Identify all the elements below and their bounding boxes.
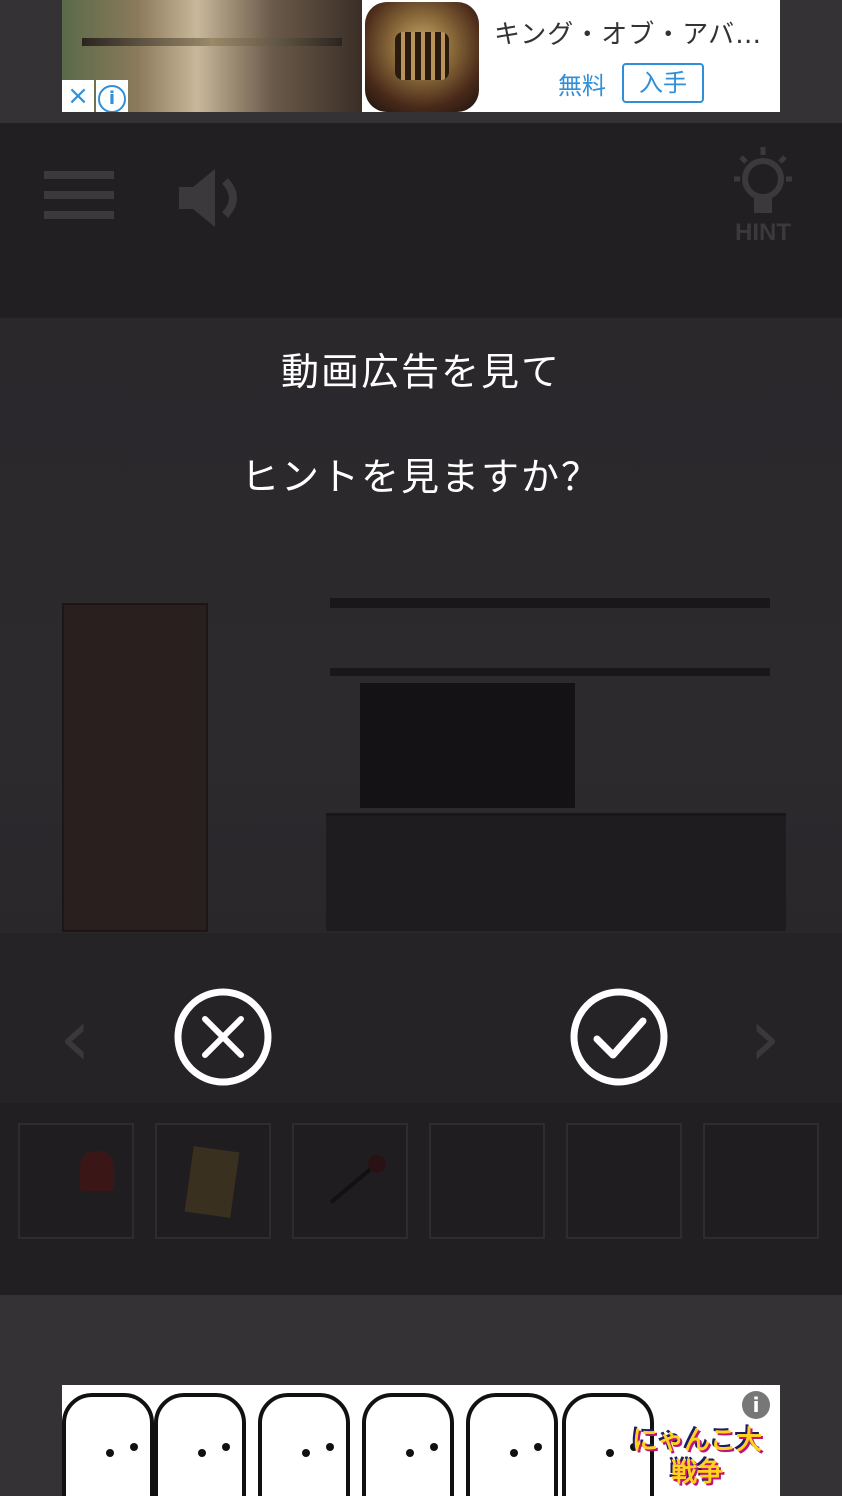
ad-cat-illustration bbox=[154, 1393, 246, 1496]
ad-game-logo: にゃんこ大戦争 bbox=[631, 1426, 762, 1488]
top-ad-banner[interactable]: × i キング・オブ・アバ… 無料 入手 bbox=[62, 0, 780, 112]
app-icon[interactable] bbox=[365, 2, 479, 112]
ad-cat-illustration bbox=[466, 1393, 558, 1496]
confirm-button[interactable] bbox=[569, 987, 669, 1087]
ad-title: キング・オブ・アバ… bbox=[494, 20, 763, 50]
checkmark-icon bbox=[593, 1017, 647, 1059]
ad-info-icon[interactable]: i bbox=[742, 1391, 770, 1419]
ad-cat-illustration bbox=[258, 1393, 350, 1496]
ad-cat-illustration bbox=[62, 1393, 154, 1496]
ad-info-icon[interactable]: i bbox=[96, 80, 128, 112]
ad-cat-illustration bbox=[362, 1393, 454, 1496]
dialog-message-line2: ヒントを見ますか？ bbox=[240, 455, 601, 499]
ad-price-label: 無料 bbox=[558, 72, 606, 100]
ad-close-icon[interactable]: × bbox=[62, 80, 94, 112]
cancel-button[interactable] bbox=[173, 987, 273, 1087]
bottom-ad-banner[interactable]: にゃんこ大戦争 i bbox=[62, 1385, 780, 1496]
close-icon bbox=[202, 1016, 244, 1058]
ad-get-button[interactable]: 入手 bbox=[622, 63, 704, 103]
dialog-message-line1: 動画広告を見て bbox=[280, 350, 561, 394]
hint-dialog-overlay: 動画広告を見て ヒントを見ますか？ bbox=[0, 123, 842, 1295]
